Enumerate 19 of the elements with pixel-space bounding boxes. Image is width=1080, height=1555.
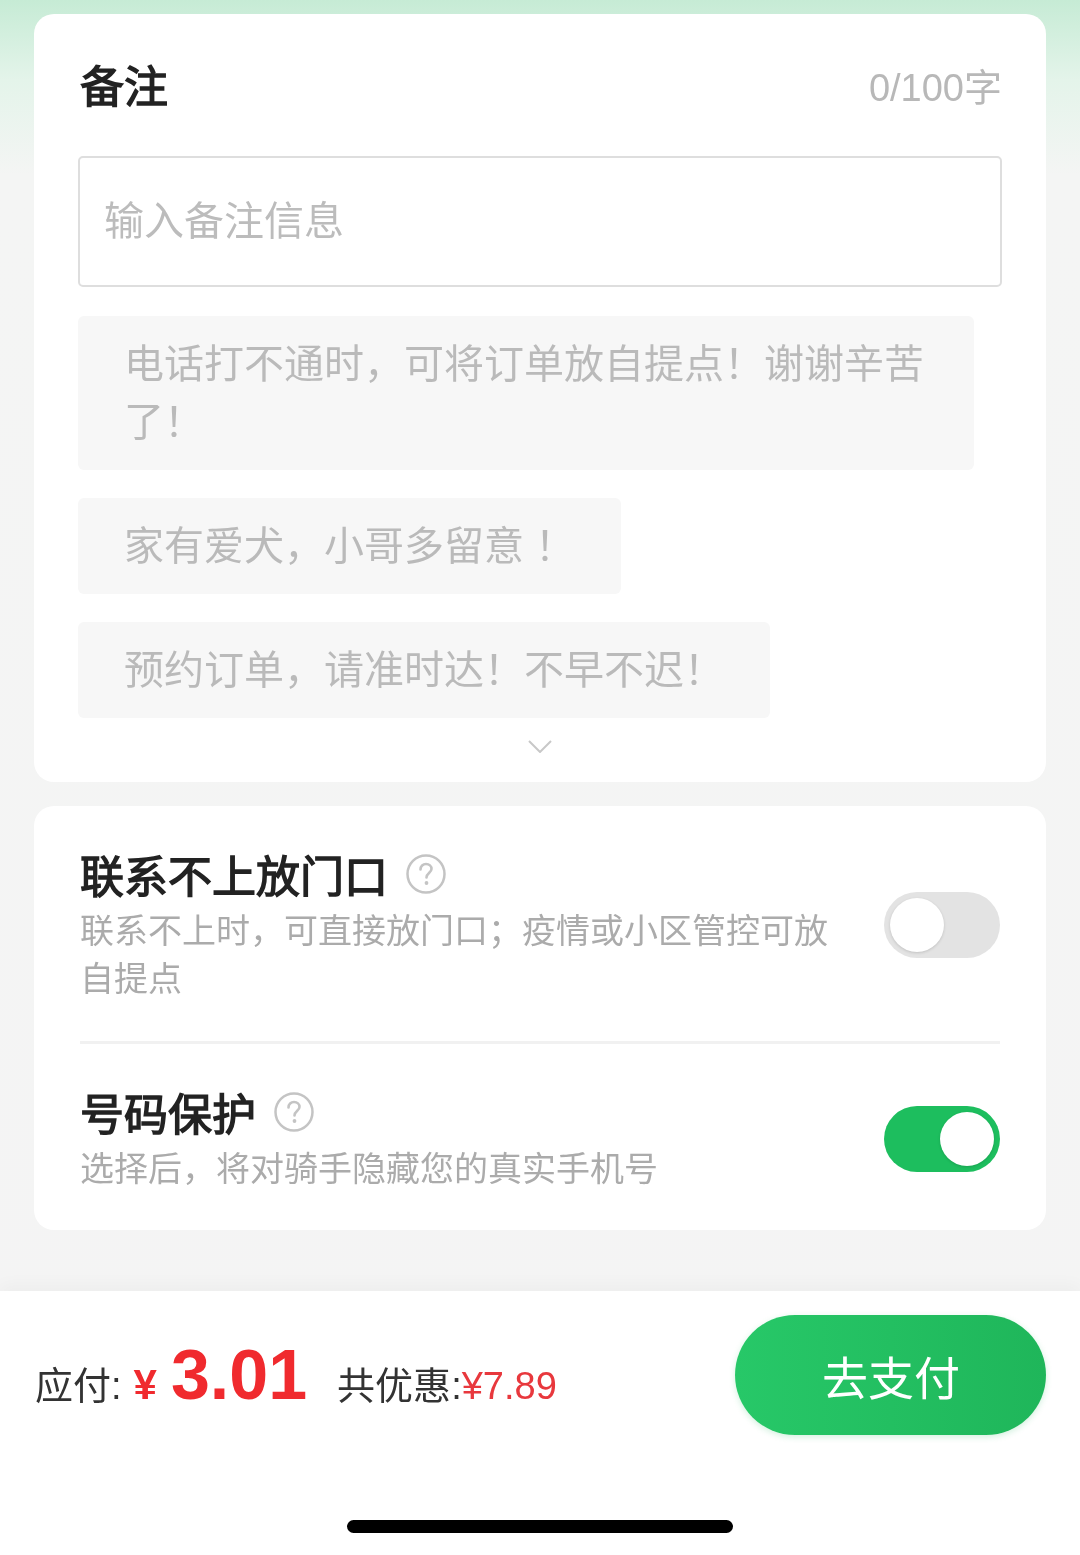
option-description: 选择后，将对骑手隐藏您的真实手机号 [80,1149,659,1190]
char-counter: 0/100字 [868,65,1002,111]
section-title: 备注 [79,62,168,114]
suggestion-chip[interactable]: 预约订单，请准时达！不早不迟！ [78,622,770,718]
option-title: 号码保护 [80,1090,256,1142]
discount-value: ¥7.89 [461,1365,557,1408]
suggestion-chip[interactable]: 家有爱犬，小哥多留意 ！ [78,498,622,594]
payable-label: 应付: [35,1364,122,1409]
help-icon[interactable] [274,1092,314,1132]
currency-symbol: ¥ [133,1361,157,1409]
amount-value: 3.01 [170,1335,308,1415]
discount-label: 共优惠: [337,1364,462,1409]
option-description: 联系不上时，可直接放门口；疫情或小区管控可放自提点 [80,911,829,1000]
remark-input[interactable]: 输入备注信息 [78,156,1002,287]
suggestion-chip[interactable]: 电话打不通时，可将订单放自提点！谢谢辛苦了！ [78,316,974,470]
option-title: 联系不上放门口 [80,852,388,904]
pay-button[interactable]: 去支付 [735,1315,1046,1435]
help-icon[interactable] [406,854,446,894]
chevron-down-icon[interactable] [528,739,552,753]
